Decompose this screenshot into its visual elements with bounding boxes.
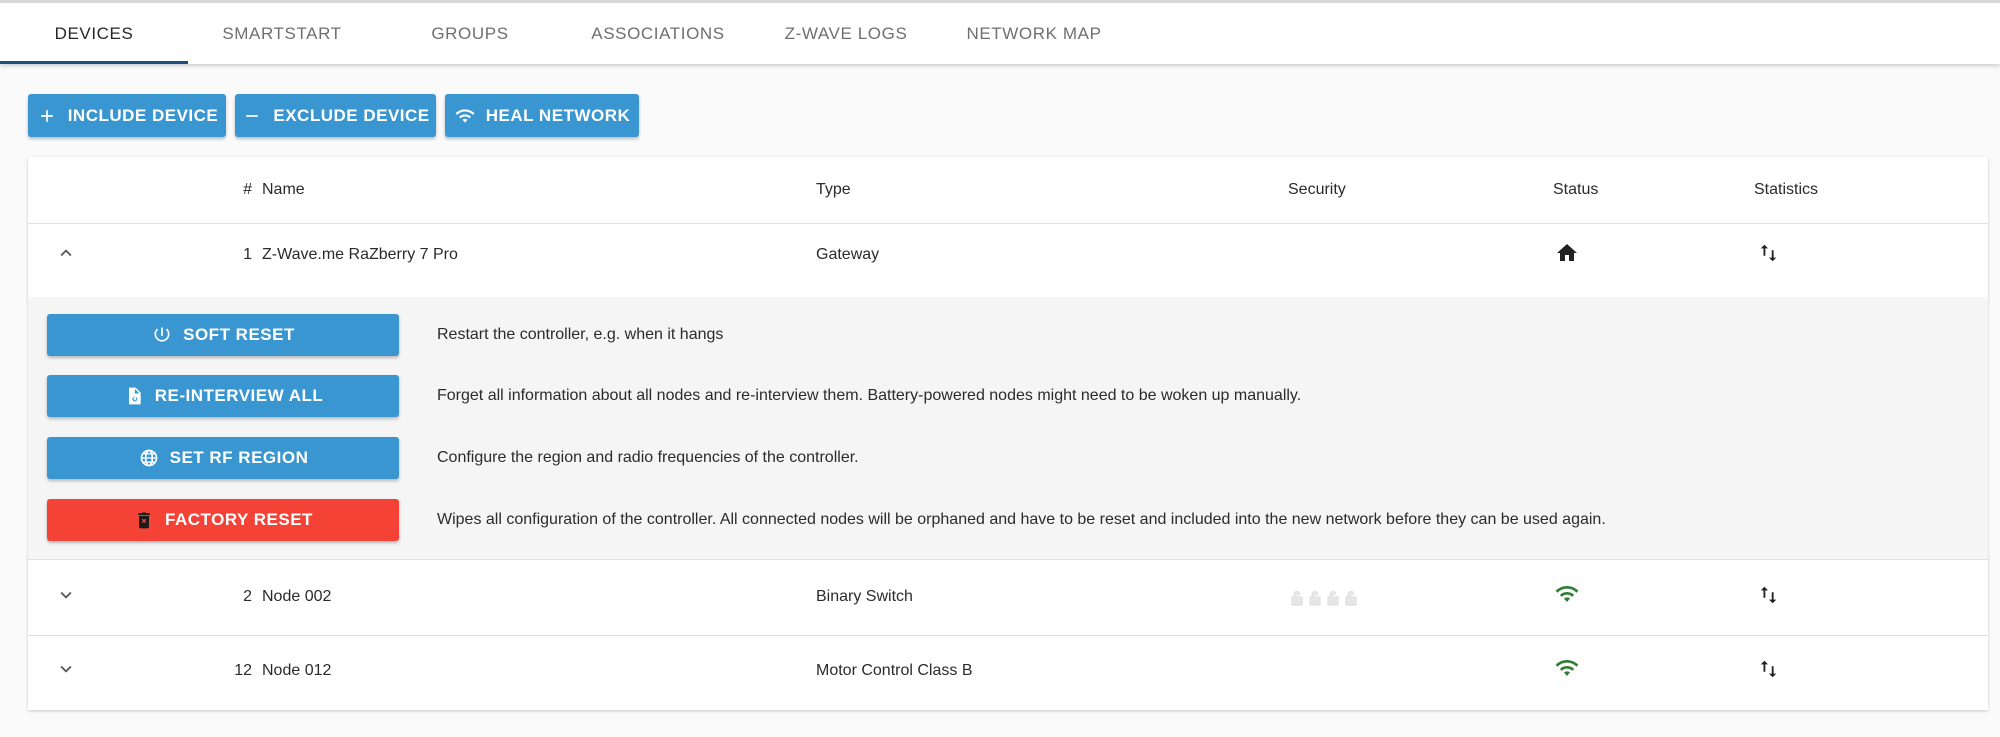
- soft-reset-label: Soft Reset: [183, 325, 295, 344]
- factory-reset-button[interactable]: Factory Reset: [47, 499, 399, 541]
- set-rf-region-label: Set RF Region: [169, 448, 309, 467]
- soft-reset-description: Restart the controller, e.g. when it han…: [437, 326, 724, 343]
- row-id: 12: [234, 662, 252, 679]
- file-refresh-icon: [123, 385, 145, 407]
- tab-zwave-logs[interactable]: Z-Wave Logs: [752, 3, 940, 64]
- wifi-icon: [454, 105, 476, 127]
- row-type: Gateway: [816, 246, 880, 263]
- tab-bar: Devices Smartstart Groups Associations Z…: [0, 0, 2000, 64]
- power-icon: [151, 324, 173, 346]
- header-divider: [28, 223, 1988, 224]
- tab-groups[interactable]: Groups: [376, 3, 564, 64]
- tab-smartstart[interactable]: Smartstart: [188, 3, 376, 64]
- exclude-device-button[interactable]: Exclude Device: [235, 94, 436, 137]
- lock-open-icon: [1308, 590, 1322, 606]
- statistics-icon[interactable]: [1758, 241, 1780, 265]
- tab-network-map[interactable]: Network Map: [940, 3, 1128, 64]
- soft-reset-button[interactable]: Soft Reset: [47, 314, 399, 356]
- row-name: Node 002: [262, 588, 332, 605]
- factory-reset-label: Factory Reset: [165, 510, 313, 529]
- reinterview-all-label: Re-interview All: [154, 386, 324, 405]
- plus-icon: [36, 105, 58, 127]
- wifi-icon: [1554, 656, 1580, 680]
- row-name: Z-Wave.me RaZberry 7 Pro: [262, 246, 458, 263]
- statistics-icon[interactable]: [1758, 657, 1780, 681]
- collapse-row-button[interactable]: [50, 239, 82, 271]
- wifi-icon: [1554, 582, 1580, 606]
- column-header-name[interactable]: Name: [262, 157, 305, 223]
- factory-reset-description: Wipes all configuration of the controlle…: [437, 511, 1606, 528]
- include-device-button[interactable]: Include Device: [28, 94, 226, 137]
- statistics-icon[interactable]: [1758, 583, 1780, 607]
- set-rf-region-button[interactable]: Set RF Region: [47, 437, 399, 479]
- set-rf-region-description: Configure the region and radio frequenci…: [437, 449, 859, 466]
- row-name: Node 012: [262, 662, 332, 679]
- chevron-down-icon: [55, 658, 77, 685]
- column-header-status[interactable]: Status: [1553, 157, 1598, 223]
- expand-row-button[interactable]: [50, 655, 82, 687]
- row-type: Motor Control Class B: [816, 662, 973, 679]
- minus-icon: [241, 105, 263, 127]
- chevron-down-icon: [55, 584, 77, 611]
- heal-network-label: Heal Network: [485, 105, 631, 125]
- controller-actions-panel: Soft Reset Restart the controller, e.g. …: [28, 297, 1988, 559]
- column-header-id[interactable]: #: [192, 157, 252, 223]
- heal-network-button[interactable]: Heal Network: [445, 94, 639, 137]
- devices-table: # Name Type Security Status Statistics 1…: [28, 157, 1988, 710]
- row-id: 2: [243, 588, 252, 605]
- chevron-up-icon: [55, 242, 77, 269]
- reinterview-all-button[interactable]: Re-interview All: [47, 375, 399, 417]
- tab-associations[interactable]: Associations: [564, 3, 752, 64]
- column-header-security[interactable]: Security: [1288, 157, 1346, 223]
- expand-row-button[interactable]: [50, 581, 82, 613]
- tab-devices[interactable]: Devices: [0, 3, 188, 64]
- row-id: 1: [243, 246, 252, 263]
- security-classes: [1290, 590, 1358, 606]
- exclude-device-label: Exclude Device: [273, 105, 430, 125]
- delete-icon: [133, 509, 155, 531]
- column-header-statistics[interactable]: Statistics: [1754, 157, 1818, 223]
- row-divider: [28, 635, 1988, 636]
- row-divider: [28, 559, 1988, 560]
- lock-open-icon: [1344, 590, 1358, 606]
- column-header-type[interactable]: Type: [816, 157, 851, 223]
- home-icon: [1555, 241, 1579, 265]
- reinterview-all-description: Forget all information about all nodes a…: [437, 387, 1302, 404]
- include-device-label: Include Device: [67, 105, 219, 125]
- globe-icon: [138, 447, 160, 469]
- active-tab-indicator: [0, 61, 188, 64]
- row-type: Binary Switch: [816, 588, 913, 605]
- lock-open-icon: [1290, 590, 1304, 606]
- lock-open-icon: [1326, 590, 1340, 606]
